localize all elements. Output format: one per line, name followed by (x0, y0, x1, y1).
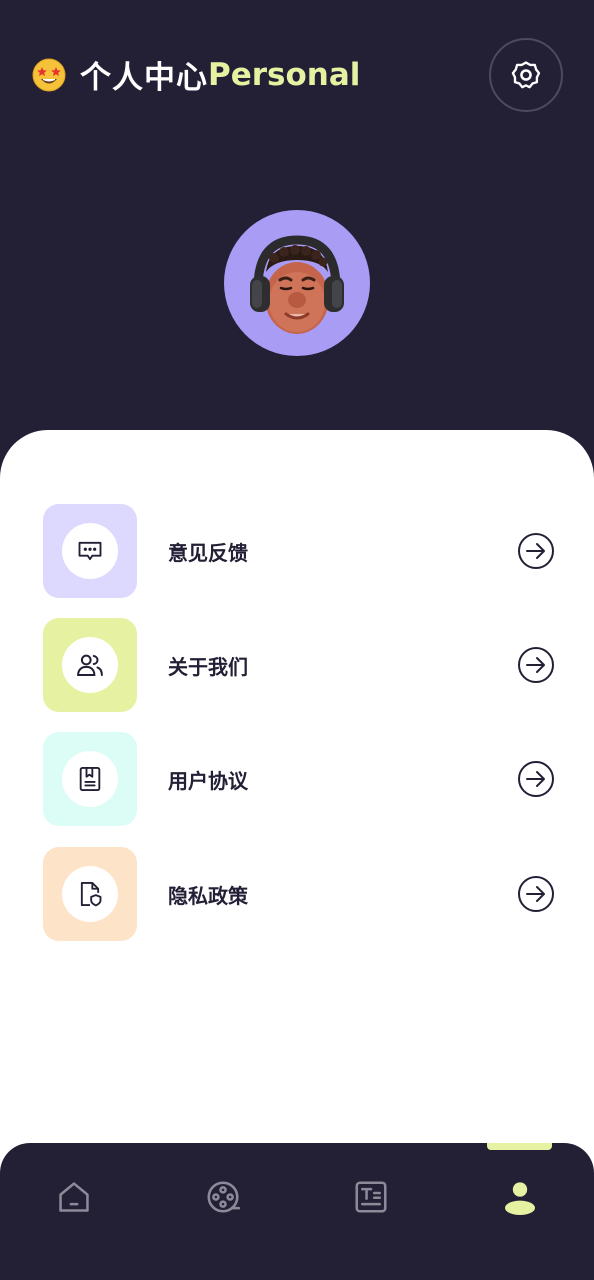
document-bookmark-icon (79, 766, 101, 792)
menu-label: 隐私政策 (168, 883, 248, 908)
film-reel-icon (207, 1181, 241, 1213)
title-chinese: 个人中心 (80, 60, 208, 96)
chat-bubble-icon (78, 541, 102, 561)
avatar[interactable] (224, 210, 370, 356)
arrow-right-circle-icon (518, 761, 554, 797)
title-english: Personal (208, 56, 361, 93)
menu-tile (43, 732, 137, 826)
user-avatar-icon (250, 235, 344, 334)
menu-card: 意见反馈 关于我们 用户协议 隐私政策 (0, 430, 594, 1190)
menu-label: 用户协议 (168, 768, 248, 793)
tab-text[interactable] (349, 1175, 393, 1219)
menu-icon-circle (62, 637, 118, 693)
menu-icon-circle (62, 866, 118, 922)
menu-tile (43, 618, 137, 712)
home-icon (59, 1182, 89, 1212)
menu-tile (43, 504, 137, 598)
arrow-right-circle-icon (518, 533, 554, 569)
text-document-icon (355, 1181, 387, 1213)
menu-item-privacy-policy[interactable]: 隐私政策 (43, 847, 555, 941)
menu-item-user-agreement[interactable]: 用户协议 (43, 732, 555, 826)
settings-button[interactable] (489, 38, 563, 112)
star-struck-emoji-icon (32, 58, 66, 91)
menu-icon-circle (62, 523, 118, 579)
menu-icon-circle (62, 751, 118, 807)
menu-item-about[interactable]: 关于我们 (43, 618, 555, 712)
active-tab-indicator (487, 1143, 552, 1150)
page-title: 个人中心 Personal (32, 52, 360, 97)
menu-item-feedback[interactable]: 意见反馈 (43, 504, 555, 598)
user-icon (505, 1182, 535, 1215)
menu-tile (43, 847, 137, 941)
gear-icon (511, 61, 541, 89)
menu-label: 关于我们 (168, 654, 248, 679)
arrow-right-circle-icon (518, 876, 554, 912)
menu-label: 意见反馈 (168, 540, 248, 565)
header: 个人中心 Personal (0, 0, 594, 440)
tab-film[interactable] (201, 1175, 245, 1219)
bottom-tab-bar (0, 1143, 594, 1280)
tab-profile[interactable] (498, 1175, 542, 1219)
tab-home[interactable] (52, 1175, 96, 1219)
users-icon (77, 654, 103, 676)
file-shield-icon (80, 881, 102, 907)
arrow-right-circle-icon (518, 647, 554, 683)
